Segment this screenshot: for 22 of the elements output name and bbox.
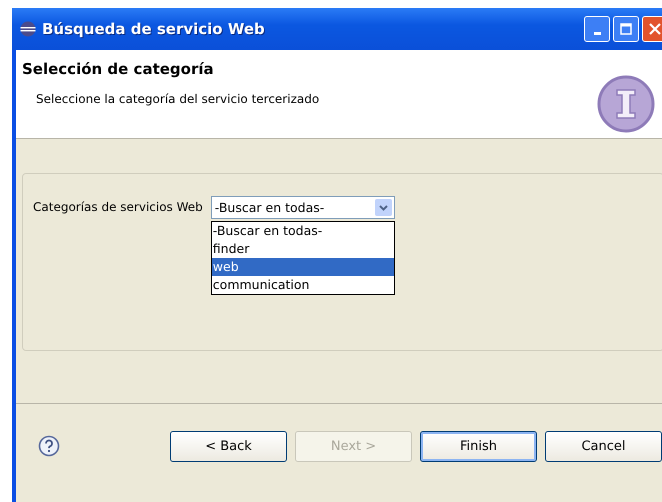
- dialog-button[interactable]: Finish: [420, 430, 537, 462]
- help-icon[interactable]: [38, 435, 60, 457]
- chevron-icon: [374, 199, 392, 216]
- page-description: Seleccione la categoría del servicio tercerizado: [36, 92, 320, 106]
- dropdown-option[interactable]: finder: [212, 240, 394, 258]
- maximize-icon: [620, 23, 632, 35]
- dialog-button[interactable]: Cancel: [545, 430, 662, 462]
- close-icon: [649, 23, 661, 35]
- dropdown-option[interactable]: -Buscar en todas-: [212, 222, 394, 240]
- field-label: Categorías de servicios Web: [33, 200, 203, 214]
- minimize-icon: [594, 32, 600, 34]
- dialog-button[interactable]: < Back: [170, 430, 287, 462]
- sphere-icon: [20, 21, 36, 37]
- dropdown-option[interactable]: communication: [212, 276, 394, 294]
- window-title: Búsqueda de servicio Web: [42, 20, 265, 38]
- info-icon: [596, 74, 656, 134]
- category-dropdown[interactable]: -Buscar en todas-: [210, 196, 395, 219]
- page-title: Selección de categoría: [22, 60, 215, 78]
- minimize-button[interactable]: [584, 16, 610, 42]
- dropdown-option[interactable]: web: [212, 258, 394, 276]
- close-button[interactable]: [642, 16, 662, 42]
- maximize-button[interactable]: [613, 16, 639, 42]
